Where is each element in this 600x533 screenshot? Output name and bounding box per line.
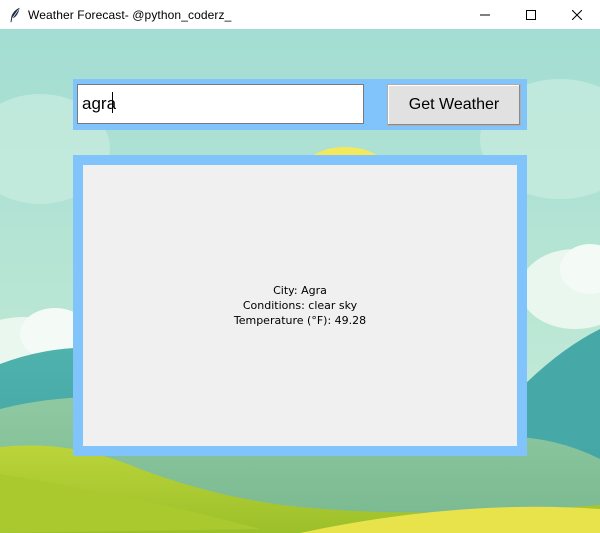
maximize-button[interactable] bbox=[508, 0, 554, 29]
client-area: Get Weather City: Agra Conditions: clear… bbox=[0, 29, 600, 533]
feather-icon bbox=[8, 7, 22, 23]
title-bar[interactable]: Weather Forecast- @python_coderz_ bbox=[0, 0, 600, 29]
result-frame: City: Agra Conditions: clear sky Tempera… bbox=[73, 155, 527, 456]
close-button[interactable] bbox=[554, 0, 600, 29]
window-controls bbox=[462, 0, 600, 29]
minimize-button[interactable] bbox=[462, 0, 508, 29]
minimize-icon bbox=[480, 14, 490, 15]
temperature-line: Temperature (°F): 49.28 bbox=[233, 314, 367, 327]
get-weather-button[interactable]: Get Weather bbox=[387, 84, 521, 126]
weather-result-label: City: Agra Conditions: clear sky Tempera… bbox=[83, 165, 517, 446]
maximize-icon bbox=[526, 9, 536, 20]
city-line: City: Agra bbox=[273, 284, 327, 297]
city-input[interactable] bbox=[77, 84, 364, 124]
text-caret bbox=[112, 92, 113, 113]
conditions-line: Conditions: clear sky bbox=[242, 299, 358, 312]
window-title: Weather Forecast- @python_coderz_ bbox=[28, 7, 232, 22]
app-window: Weather Forecast- @python_coderz_ agra G… bbox=[0, 0, 600, 533]
close-icon bbox=[572, 9, 582, 20]
search-frame: Get Weather bbox=[73, 79, 527, 130]
